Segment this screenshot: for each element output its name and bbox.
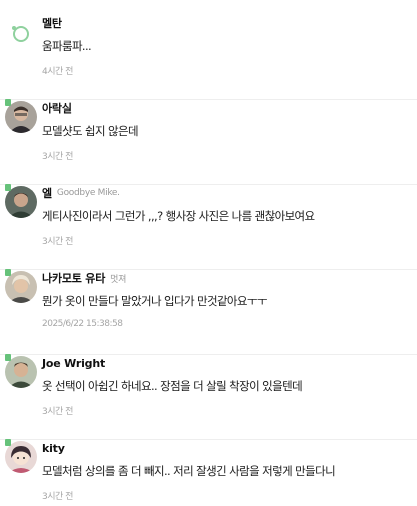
- comment-time: 2025/6/22 15:38:58: [42, 319, 123, 329]
- comment-item: kity 모델처럼 상의를 좀 더 빼지.. 저리 잘생긴 사람을 저렇게 만들…: [0, 439, 417, 506]
- comment-time: 4시간 전: [42, 67, 73, 77]
- comment-item: 아락실 모델샷도 쉽지 않은데 3시간 전: [0, 99, 417, 185]
- comment-item: 나카모토 유타 멋져 뭔가 옷이 만들다 말았거나 입다가 만것같아요ㅜㅜ 20…: [0, 269, 417, 355]
- nickname[interactable]: 나카모토 유타: [42, 270, 105, 286]
- author-row: kity: [42, 441, 70, 455]
- comment-text: 옷 선택이 아쉽긴 하네요.. 장점을 더 살릴 착장이 있을텐데: [42, 379, 303, 393]
- green-circle-logo-icon: [5, 16, 37, 48]
- comment-time: 3시간 전: [42, 407, 73, 417]
- avatar[interactable]: [5, 16, 37, 48]
- level-badge-icon: [5, 184, 11, 191]
- comment-text: 모델샷도 쉽지 않은데: [42, 124, 139, 138]
- author-row: 아락실: [42, 101, 77, 115]
- comment-time: 3시간 전: [42, 237, 73, 247]
- level-badge-icon: [5, 354, 11, 361]
- nickname[interactable]: kity: [42, 442, 65, 455]
- comment-text: 움파룸파...: [42, 39, 92, 53]
- comment-text: 모델처럼 상의를 좀 더 빼지.. 저리 잘생긴 사람을 저렇게 만들다니: [42, 464, 336, 478]
- avatar[interactable]: [5, 269, 37, 303]
- avatar[interactable]: [5, 439, 37, 473]
- user-subtitle: 멋져: [110, 274, 127, 285]
- avatar[interactable]: [5, 354, 37, 388]
- comment-time: 3시간 전: [42, 152, 73, 162]
- comment-item: 엘 Goodbye Mike. 게티사진이라서 그런가 ,,,? 행사장 사진은…: [0, 184, 417, 270]
- author-row: 나카모토 유타 멋져: [42, 271, 126, 285]
- level-badge-icon: [5, 99, 11, 106]
- comment-item: Joe Wright 옷 선택이 아쉽긴 하네요.. 장점을 더 살릴 착장이 …: [0, 354, 417, 440]
- author-row: Joe Wright: [42, 356, 110, 370]
- level-badge-icon: [5, 439, 11, 446]
- nickname[interactable]: 아락실: [42, 100, 72, 116]
- avatar[interactable]: [5, 99, 37, 133]
- comment-list: 멜탄 움파룸파... 4시간 전 아락실 모델샷도 쉽지 않은데 3시간 전 엘…: [0, 0, 417, 506]
- nickname[interactable]: Joe Wright: [42, 357, 105, 370]
- comment-time: 3시간 전: [42, 492, 73, 502]
- comment-text: 뭔가 옷이 만들다 말았거나 입다가 만것같아요ㅜㅜ: [42, 294, 267, 308]
- nickname[interactable]: 멜탄: [42, 15, 62, 31]
- comment-item: 멜탄 움파룸파... 4시간 전: [0, 16, 417, 100]
- level-badge-icon: [5, 269, 11, 276]
- author-row: 엘 Goodbye Mike.: [42, 186, 120, 200]
- nickname[interactable]: 엘: [42, 185, 52, 201]
- user-subtitle: Goodbye Mike.: [56, 188, 120, 198]
- comment-text: 게티사진이라서 그런가 ,,,? 행사장 사진은 나름 괜찮아보여요: [42, 209, 315, 223]
- author-row: 멜탄: [42, 16, 67, 30]
- avatar[interactable]: [5, 184, 37, 218]
